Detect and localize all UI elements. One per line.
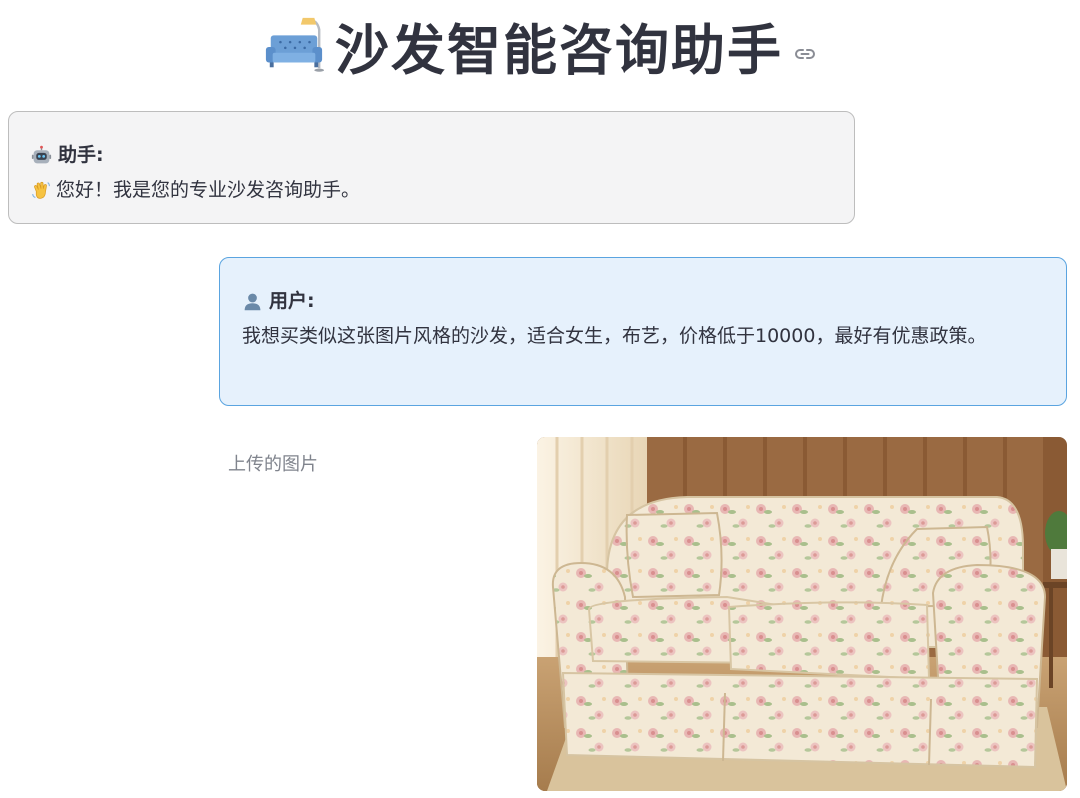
user-message: 用户: 我想买类似这张图片风格的沙发，适合女生，布艺，价格低于10000，最好有… <box>219 257 1067 406</box>
couch-and-lamp-icon <box>265 17 325 72</box>
uploaded-sofa-image <box>537 437 1067 791</box>
user-message-line: 我想买类似这张图片风格的沙发，适合女生，布艺，价格低于10000，最好有优惠政策… <box>242 319 1044 354</box>
user-role-line: 用户: <box>242 284 1044 319</box>
link-icon[interactable] <box>793 42 817 66</box>
robot-icon <box>31 145 52 164</box>
assistant-role-label: 助手: <box>58 144 104 166</box>
assistant-message-line: 您好！我是您的专业沙发咨询助手。 <box>31 173 832 208</box>
user-role-label: 用户: <box>269 290 315 312</box>
bust-in-silhouette-icon <box>244 293 261 311</box>
floral-loveseat-photo <box>537 437 1067 791</box>
uploaded-image-caption: 上传的图片 <box>228 454 318 475</box>
user-message-text: 我想买类似这张图片风格的沙发，适合女生，布艺，价格低于10000，最好有优惠政策… <box>242 325 987 347</box>
page-title: 沙发智能咨询助手 <box>335 18 783 82</box>
assistant-message-text: 您好！我是您的专业沙发咨询助手。 <box>56 179 361 201</box>
page-header: 沙发智能咨询助手 <box>0 6 1080 84</box>
assistant-role-line: 助手: <box>31 138 832 173</box>
assistant-message: 助手: 您好！我是您的专业沙发咨询助手。 <box>8 111 855 224</box>
waving-hand-icon <box>32 181 50 199</box>
